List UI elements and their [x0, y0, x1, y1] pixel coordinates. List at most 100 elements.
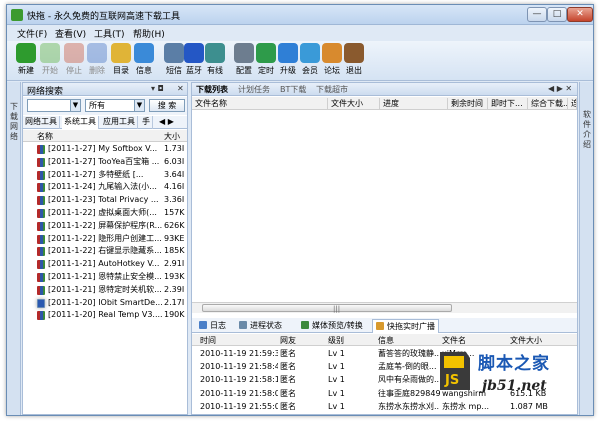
column-overall-speed[interactable]: 综合下载... — [528, 98, 568, 109]
log-col-user[interactable]: 网友 — [280, 335, 296, 346]
tab-icon — [199, 321, 207, 329]
log-user: 匿名 — [280, 401, 296, 411]
chevron-down-icon: ▼ — [134, 100, 144, 111]
list-item[interactable]: [2011-1-27] My Softbox V... 1.73I — [23, 143, 187, 156]
package-icon — [37, 298, 45, 308]
list-item[interactable]: [2011-1-27] TooYea百宝箱 ... 6.03I — [23, 156, 187, 169]
list-item[interactable]: [2011-1-22] 隐形用户创建工... 93KE — [23, 233, 187, 246]
search-button[interactable]: 搜 索 — [149, 99, 185, 112]
list-item[interactable]: [2011-1-24] 九尾输入法(小... 4.16I — [23, 181, 187, 194]
toolbar-button-0[interactable]: 新建 — [13, 43, 39, 79]
list-item[interactable]: [2011-1-21] 恩特禁止安全模... 193K — [23, 271, 187, 284]
software-name: [2011-1-20] Real Temp V3.... — [48, 310, 162, 320]
network-search-panel: 网络搜索 ▾ ◘ ✕ ▼ 所有 ▼ 搜 索 网络工具 系统工具 应用工具 手 ◀… — [22, 82, 188, 415]
package-icon — [37, 247, 45, 257]
horizontal-scrollbar[interactable]: ||| — [192, 302, 577, 313]
log-col-info[interactable]: 信息 — [378, 335, 394, 346]
log-col-time[interactable]: 时间 — [200, 335, 216, 346]
download-columns: 文件名称 文件大小 进度 剩余时间 即时下... 综合下载... 连 — [192, 97, 577, 110]
bottom-tabs: 日志 进程状态 媒体预览/转换 快拖实时广播 — [192, 318, 577, 333]
minimize-button[interactable]: — — [527, 7, 547, 22]
title-bar: 快拖 - 永久免费的互联网高速下载工具 — □ ✕ — [7, 5, 593, 25]
list-item[interactable]: [2011-1-23] Total Privacy ... 3.36I — [23, 194, 187, 207]
tab-scroll-arrows[interactable]: ◀ ▶ — [157, 116, 176, 129]
table-row[interactable]: 2010-11-19 21:58:16 匿名 Lv 1 风中有朵雨做的... — [192, 373, 577, 386]
log-col-size[interactable]: 文件大小 — [510, 335, 542, 346]
table-row[interactable]: 2010-11-19 21:59:34 匿名 Lv 1 蓄答答的玫瑰静... xiMrm… — [192, 347, 577, 360]
house-icon — [322, 43, 342, 63]
scrollbar-thumb[interactable]: ||| — [202, 304, 452, 313]
software-size: 2.39I — [164, 284, 185, 294]
panel-close-icon[interactable]: ✕ — [177, 84, 184, 93]
package-icon — [37, 260, 45, 270]
table-row[interactable]: 2010-11-19 21:55:07 匿名 Lv 1 东捞水东捞水刈... 东捞水 m… — [192, 400, 577, 413]
plus-icon — [16, 43, 36, 63]
menu-tools[interactable]: 工具(T) — [94, 27, 125, 40]
log-col-file[interactable]: 文件名 — [442, 335, 466, 346]
tab-bt-download[interactable]: BT下载 — [280, 84, 306, 95]
menu-help[interactable]: 帮助(H) — [133, 27, 165, 40]
stop-icon — [64, 43, 84, 63]
panel-pin-icon[interactable]: ▾ ◘ — [151, 84, 164, 93]
list-item[interactable]: [2011-1-22] 屏幕保护程序(R... 626K — [23, 220, 187, 233]
column-file-size[interactable]: 文件大小 — [328, 98, 380, 109]
list-item[interactable]: [2011-1-21] 恩特定时关机软... 2.39I — [23, 284, 187, 297]
tab-network-tools[interactable]: 网络工具 — [23, 116, 60, 129]
list-item[interactable]: [2011-1-20] IObit SmartDe... 2.17I — [23, 297, 187, 310]
column-progress[interactable]: 进度 — [380, 98, 448, 109]
list-item[interactable]: [2011-1-27] 多特壁纸 [... 3.64I — [23, 169, 187, 182]
chevron-down-icon: ▼ — [70, 100, 80, 111]
column-file-name[interactable]: 文件名称 — [192, 98, 328, 109]
toolbar-button-14[interactable]: 退出 — [341, 43, 367, 79]
maximize-button[interactable]: □ — [547, 7, 567, 22]
broadcast-list: 2010-11-19 21:59:34 匿名 Lv 1 蓄答答的玫瑰静... xiMrm… — [192, 347, 577, 415]
tab-download-list[interactable]: 下载列表 — [196, 84, 228, 95]
column-name[interactable]: 名称 — [37, 131, 53, 142]
software-name: [2011-1-24] 九尾输入法(小... — [48, 182, 157, 192]
tab-label: 进程状态 — [250, 321, 282, 330]
table-row[interactable]: 2010-11-19 21:58:08匿名 Lv 1 往事歪庭829849...wa… — [192, 387, 577, 400]
log-file: wangshirm — [442, 388, 486, 398]
column-instant-speed[interactable]: 即时下... — [488, 98, 528, 109]
software-size: 626K — [164, 220, 185, 230]
tab-controls[interactable]: ◀ ▶ ✕ — [548, 84, 572, 93]
log-col-level[interactable]: 级别 — [328, 335, 344, 346]
close-button[interactable]: ✕ — [567, 7, 593, 22]
menu-file[interactable]: 文件(F) — [17, 27, 47, 40]
toolbar-button-1[interactable]: 开始 — [37, 43, 63, 79]
app-window: 快拖 - 永久免费的互联网高速下载工具 — □ ✕ 文件(F) 查看(V) 工具… — [6, 4, 594, 416]
log-info: 往事歪庭829849... — [378, 388, 440, 398]
file-list-header: 名称 大小 — [23, 130, 187, 142]
software-name: [2011-1-22] 隐形用户创建工... — [48, 233, 162, 243]
tab-live-broadcast[interactable]: 快拖实时广播 — [372, 319, 439, 333]
tab-process-status[interactable]: 进程状态 — [236, 319, 285, 333]
toolbar-button-8[interactable]: 有线 — [202, 43, 228, 79]
tab-system-tools[interactable]: 系统工具 — [62, 116, 99, 129]
right-side-strip[interactable]: 软件介绍 — [579, 82, 593, 415]
tab-download-market[interactable]: 下载超市 — [316, 84, 348, 95]
tab-media-preview[interactable]: 媒体预览/转换 — [298, 319, 366, 333]
toolbar-button-5[interactable]: 信息 — [131, 43, 157, 79]
search-type-select[interactable]: ▼ — [27, 99, 81, 112]
list-item[interactable]: [2011-1-20] Real Temp V3.... 190K — [23, 309, 187, 322]
log-info: 风中有朵雨做的... — [378, 375, 440, 385]
list-item[interactable]: [2011-1-21] AutoHotkey V... 2.91I — [23, 258, 187, 271]
list-item[interactable]: [2011-1-22] 右键显示隐藏系... 185K — [23, 245, 187, 258]
log-info: 东捞水东捞水刈... — [378, 401, 440, 411]
menu-view[interactable]: 查看(V) — [55, 27, 86, 40]
table-row[interactable]: 2010-11-19 21:58:45 匿名 Lv 1 孟庭苇-倒的眼... — [192, 360, 577, 373]
search-scope-select[interactable]: 所有 ▼ — [85, 99, 145, 112]
tab-more[interactable]: 手 — [140, 116, 153, 129]
timer-icon — [256, 43, 276, 63]
tab-log[interactable]: 日志 — [196, 319, 229, 333]
software-size: 93KE — [164, 233, 185, 243]
tab-app-tools[interactable]: 应用工具 — [101, 116, 138, 129]
toolbar-button-3[interactable]: 删除 — [84, 43, 110, 79]
left-side-strip[interactable]: 下载网络 — [7, 82, 21, 415]
delete-x-icon — [87, 43, 107, 63]
column-connections[interactable]: 连 — [568, 98, 577, 109]
column-remaining-time[interactable]: 剩余时间 — [448, 98, 488, 109]
tab-scheduled-tasks[interactable]: 计划任务 — [238, 84, 270, 95]
column-size[interactable]: 大小 — [164, 131, 180, 142]
list-item[interactable]: [2011-1-22] 虚拟桌面大师(... 157K — [23, 207, 187, 220]
